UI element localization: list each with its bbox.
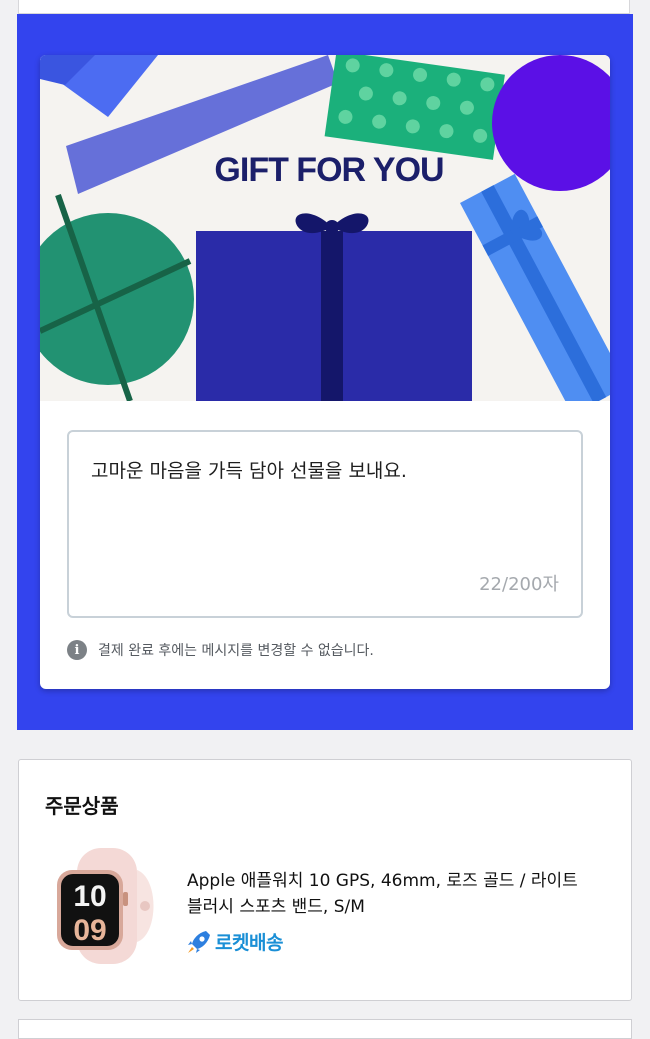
gift-banner: GIFT FOR YOU: [40, 55, 610, 401]
gift-card: GIFT FOR YOU 고마운 마음을 가득 담아 선물을 보내요. 22/2…: [40, 55, 610, 689]
apple-watch-image: 10 09: [57, 848, 154, 964]
order-section-title: 주문상품: [45, 794, 119, 818]
info-icon: i: [67, 640, 87, 660]
gift-banner-illustration: [40, 55, 610, 401]
rocket-delivery-badge: 로켓배송: [186, 928, 283, 955]
product-name[interactable]: Apple 애플워치 10 GPS, 46mm, 로즈 골드 / 라이트 블러시…: [187, 868, 597, 920]
order-items-card: 주문상품 10 09 Apple 애플워치 10 GPS, 46mm, 로즈 골…: [18, 759, 632, 1001]
product-thumbnail[interactable]: 10 09: [51, 848, 161, 964]
message-notice: i 결제 완료 후에는 메시지를 변경할 수 없습니다.: [67, 640, 374, 660]
next-card-edge: [18, 1019, 632, 1039]
svg-text:09: 09: [73, 914, 106, 947]
rocket-icon: [188, 930, 210, 953]
gift-message-text[interactable]: 고마운 마음을 가득 담아 선물을 보내요.: [91, 456, 407, 483]
gift-message-section: GIFT FOR YOU 고마운 마음을 가득 담아 선물을 보내요. 22/2…: [17, 14, 633, 730]
previous-card-edge: [18, 0, 630, 14]
delivery-badge-label: 로켓배송: [215, 932, 283, 954]
svg-text:10: 10: [73, 880, 106, 913]
notice-text: 결제 완료 후에는 메시지를 변경할 수 없습니다.: [98, 643, 374, 659]
gift-message-textarea[interactable]: 고마운 마음을 가득 담아 선물을 보내요. 22/200자: [67, 430, 583, 618]
banner-title: GIFT FOR YOU: [214, 151, 444, 189]
character-counter: 22/200자: [479, 574, 559, 595]
